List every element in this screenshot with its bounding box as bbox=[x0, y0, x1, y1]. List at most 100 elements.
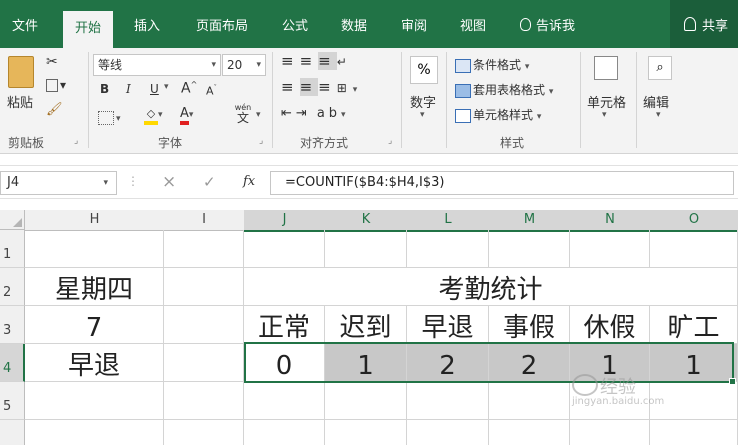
cell-m1[interactable] bbox=[489, 230, 570, 268]
summary-title-cell[interactable]: 考勤统计 bbox=[244, 268, 738, 306]
column-header-k[interactable]: K bbox=[325, 210, 408, 232]
chevron-down-icon[interactable]: ▾ bbox=[353, 85, 358, 95]
column-header-n[interactable]: N bbox=[570, 210, 651, 232]
row-header-6[interactable] bbox=[0, 420, 25, 445]
chevron-down-icon[interactable]: ▾ bbox=[656, 110, 661, 120]
phonetic-guide-icon[interactable]: wén 文 bbox=[231, 103, 255, 125]
editing-button[interactable]: 编辑 bbox=[643, 92, 669, 111]
cell-styles-button[interactable]: 单元格样式 ▾ bbox=[455, 106, 541, 123]
row-header-2[interactable]: 2 bbox=[0, 268, 25, 306]
border-icon[interactable]: ▾ bbox=[98, 110, 121, 125]
row-header-4[interactable]: 4 bbox=[0, 344, 25, 382]
cell-i4[interactable] bbox=[164, 344, 244, 382]
number-format-button[interactable]: 数字 bbox=[410, 92, 436, 111]
chevron-down-icon[interactable]: ▾ bbox=[341, 110, 346, 120]
cell-h1[interactable] bbox=[25, 230, 164, 268]
cell-l1[interactable] bbox=[407, 230, 489, 268]
indent-increase-icon[interactable]: ⇥ bbox=[296, 106, 311, 121]
enter-button[interactable]: ✓ bbox=[203, 173, 216, 191]
category-cell-k3[interactable]: 迟到 bbox=[325, 306, 407, 344]
conditional-formatting-button[interactable]: 条件格式 ▾ bbox=[455, 56, 529, 73]
drag-handle-icon[interactable]: ⋮ bbox=[127, 174, 139, 188]
cell-i5[interactable] bbox=[164, 382, 244, 420]
cells-button[interactable]: 单元格 bbox=[587, 92, 626, 111]
category-cell-o3[interactable]: 旷工 bbox=[650, 306, 738, 344]
merge-icon[interactable]: ⊞ bbox=[337, 81, 353, 95]
tab-formulas[interactable]: 公式 bbox=[282, 14, 308, 40]
row-header-3[interactable]: 3 bbox=[0, 306, 25, 344]
column-header-m[interactable]: M bbox=[489, 210, 571, 232]
insert-function-button[interactable]: fx bbox=[243, 174, 255, 189]
cell-h4[interactable]: 早退 bbox=[25, 344, 164, 382]
cell-m5[interactable] bbox=[489, 382, 570, 420]
cell-n1[interactable] bbox=[570, 230, 650, 268]
font-size-dropdown[interactable]: 20 ▾ bbox=[222, 54, 266, 76]
row-header-1[interactable]: 1 bbox=[0, 230, 25, 268]
align-bottom-icon[interactable]: ≡ bbox=[318, 52, 337, 70]
tab-insert[interactable]: 插入 bbox=[134, 14, 160, 40]
cell-h6[interactable] bbox=[25, 420, 164, 445]
column-header-i[interactable]: I bbox=[164, 210, 245, 231]
column-header-o[interactable]: O bbox=[650, 210, 738, 232]
paste-button[interactable]: 粘贴 bbox=[7, 92, 33, 111]
cell-l6[interactable] bbox=[407, 420, 489, 445]
cell-l5[interactable] bbox=[407, 382, 489, 420]
dialog-launcher-icon[interactable]: ⌟ bbox=[259, 136, 263, 146]
font-color-icon[interactable]: A▾ bbox=[180, 106, 193, 125]
align-right-icon[interactable]: ≡ bbox=[318, 78, 337, 96]
format-as-table-button[interactable]: 套用表格格式 ▾ bbox=[455, 81, 553, 98]
name-box[interactable]: J4 ▾ bbox=[0, 171, 117, 195]
italic-button[interactable]: I bbox=[126, 82, 131, 96]
cell-o6[interactable] bbox=[650, 420, 738, 445]
wrap-text-icon[interactable]: ↵ bbox=[337, 55, 353, 69]
tab-view[interactable]: 视图 bbox=[460, 14, 486, 40]
cell-i2[interactable] bbox=[164, 268, 244, 306]
tab-home[interactable]: 开始 bbox=[63, 11, 114, 48]
align-center-icon[interactable]: ≡ bbox=[299, 78, 319, 96]
chevron-down-icon[interactable]: ▾ bbox=[602, 110, 607, 120]
orientation-icon[interactable]: ab bbox=[317, 106, 341, 121]
indent-buttons[interactable]: ⇤⇥ ab▾ bbox=[281, 106, 346, 121]
dialog-launcher-icon[interactable]: ⌟ bbox=[74, 136, 78, 146]
tab-tell-me[interactable]: 告诉我 bbox=[520, 14, 575, 40]
cell-n6[interactable] bbox=[570, 420, 650, 445]
cell-i3[interactable] bbox=[164, 306, 244, 344]
column-header-j[interactable]: J bbox=[244, 210, 326, 232]
category-cell-m3[interactable]: 事假 bbox=[489, 306, 570, 344]
category-cell-n3[interactable]: 休假 bbox=[570, 306, 650, 344]
cell-h3[interactable]: 7 bbox=[25, 306, 164, 344]
cell-i6[interactable] bbox=[164, 420, 244, 445]
cell-o1[interactable] bbox=[650, 230, 738, 268]
align-left-icon[interactable]: ≡ bbox=[281, 78, 300, 96]
align-middle-icon[interactable]: ≡ bbox=[300, 52, 319, 70]
chevron-down-icon[interactable]: ▾ bbox=[256, 110, 261, 120]
share-button[interactable]: 共享 bbox=[670, 0, 738, 48]
category-cell-j3[interactable]: 正常 bbox=[244, 306, 325, 344]
cell-i1[interactable] bbox=[164, 230, 244, 268]
vertical-align-buttons[interactable]: ≡≡≡↵ bbox=[281, 52, 353, 70]
cell-j6[interactable] bbox=[244, 420, 325, 445]
cell-j1[interactable] bbox=[244, 230, 325, 268]
cancel-button[interactable]: × bbox=[162, 172, 176, 192]
tab-data[interactable]: 数据 bbox=[341, 14, 367, 40]
cell-h2[interactable]: 星期四 bbox=[25, 268, 164, 306]
percent-icon[interactable]: % bbox=[410, 56, 438, 84]
bold-button[interactable]: B bbox=[100, 82, 109, 96]
horizontal-align-buttons[interactable]: ≡≡≡⊞▾ bbox=[281, 78, 357, 96]
cell-h5[interactable] bbox=[25, 382, 164, 420]
formula-input[interactable]: =COUNTIF($B4:$H4,I$3) bbox=[270, 171, 734, 195]
format-painter-icon[interactable]: 🖌 bbox=[46, 102, 63, 117]
chevron-down-icon[interactable]: ▾ bbox=[420, 110, 425, 120]
fill-color-icon[interactable]: ◇ ▾ bbox=[144, 106, 163, 125]
underline-button[interactable]: U bbox=[150, 82, 159, 96]
column-header-h[interactable]: H bbox=[25, 210, 165, 231]
grow-font-button[interactable]: A^ bbox=[181, 80, 197, 97]
chevron-down-icon[interactable]: ▾ bbox=[164, 82, 169, 92]
cell-k6[interactable] bbox=[325, 420, 407, 445]
cell-m6[interactable] bbox=[489, 420, 570, 445]
column-header-l[interactable]: L bbox=[407, 210, 490, 232]
copy-icon[interactable]: ▾ bbox=[46, 78, 66, 92]
cell-k5[interactable] bbox=[325, 382, 407, 420]
cut-icon[interactable]: ✂ bbox=[46, 54, 58, 70]
tab-file[interactable]: 文件 bbox=[12, 14, 38, 40]
